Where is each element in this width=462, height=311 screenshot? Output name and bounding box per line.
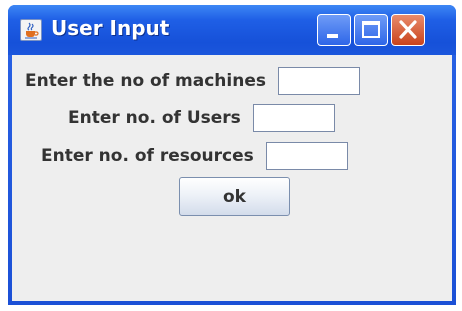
close-icon <box>399 20 417 39</box>
window-title: User Input <box>51 16 170 40</box>
users-row: Enter no. of Users <box>68 104 335 132</box>
machines-label: Enter the no of machines <box>25 71 266 91</box>
close-button[interactable] <box>391 14 425 46</box>
form-panel: Enter the no of machines Enter no. of Us… <box>12 55 452 301</box>
user-input-window: User Input Enter the no of machines Ente… <box>8 5 456 305</box>
users-label: Enter no. of Users <box>68 108 241 128</box>
minimize-icon <box>327 34 338 38</box>
resources-row: Enter no. of resources <box>41 142 348 170</box>
machines-row: Enter the no of machines <box>25 67 360 95</box>
maximize-button[interactable] <box>354 14 388 46</box>
machines-input[interactable] <box>278 67 360 95</box>
resources-label: Enter no. of resources <box>41 146 254 166</box>
minimize-button[interactable] <box>317 14 351 46</box>
maximize-icon <box>362 21 380 38</box>
title-bar[interactable]: User Input <box>8 5 456 55</box>
resources-input[interactable] <box>265 142 348 170</box>
java-cup-icon[interactable] <box>20 19 42 41</box>
ok-button[interactable]: ok <box>179 177 290 216</box>
users-input[interactable] <box>252 104 335 132</box>
